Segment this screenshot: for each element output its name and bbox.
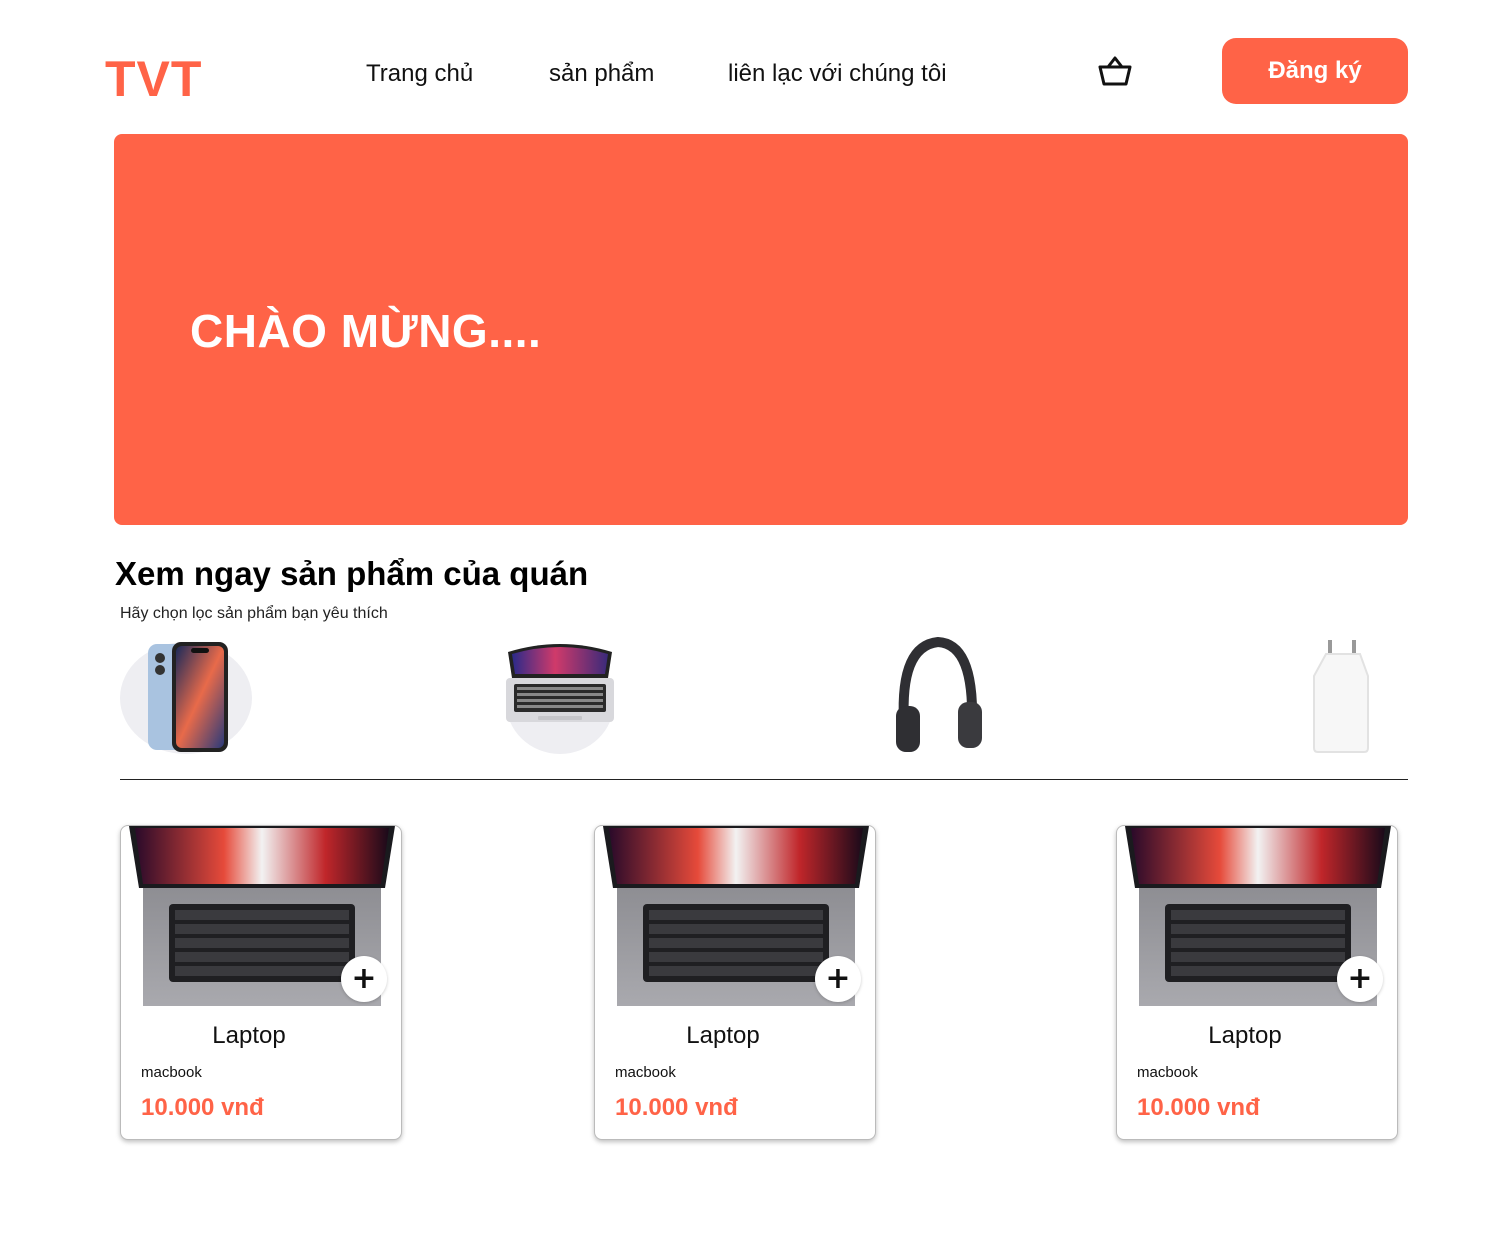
product-subtitle: macbook [615,1064,676,1081]
product-subtitle: macbook [1137,1064,1198,1081]
page: TVT Trang chủ sản phẩm liên lạc với chún… [0,0,1487,1234]
add-to-cart-button[interactable]: + [1337,956,1383,1002]
hero-banner: CHÀO MỪNG.... [114,134,1408,525]
signup-button[interactable]: Đăng ký [1222,38,1408,104]
product-name: Laptop [686,1022,760,1049]
brand-logo[interactable]: TVT [105,50,202,108]
add-to-cart-button[interactable]: + [341,956,387,1002]
plus-icon: + [825,961,851,996]
plus-icon: + [351,961,377,996]
nav-item-home[interactable]: Trang chủ [366,60,473,88]
product-card[interactable]: + Laptop macbook 10.000 vnđ [1116,825,1398,1140]
charger-icon [1313,640,1369,753]
category-phone[interactable] [120,636,252,756]
product-price: 10.000 vnđ [141,1094,264,1121]
basket-icon[interactable] [1097,54,1133,88]
product-card[interactable]: + Laptop macbook 10.000 vnđ [594,825,876,1140]
category-laptop[interactable] [494,636,626,756]
product-name: Laptop [1208,1022,1282,1049]
product-price: 10.000 vnđ [615,1094,738,1121]
nav-item-contact[interactable]: liên lạc với chúng tôi [728,60,947,88]
section-title: Xem ngay sản phẩm của quán [115,555,589,592]
category-charger[interactable] [1276,636,1408,756]
section-divider [120,779,1408,780]
product-price: 10.000 vnđ [1137,1094,1260,1121]
add-to-cart-button[interactable]: + [815,956,861,1002]
section-subtitle: Hãy chọn lọc sản phẩm bạn yêu thích [120,605,388,622]
product-subtitle: macbook [141,1064,202,1081]
product-card[interactable]: + Laptop macbook 10.000 vnđ [120,825,402,1140]
nav-item-products[interactable]: sản phẩm [549,60,654,88]
hero-title: CHÀO MỪNG.... [190,305,542,357]
plus-icon: + [1347,961,1373,996]
headphones-icon [896,636,982,752]
phone-icon [120,642,252,754]
category-headphones[interactable] [870,636,1002,756]
product-name: Laptop [212,1022,286,1049]
laptop-icon [506,644,614,754]
